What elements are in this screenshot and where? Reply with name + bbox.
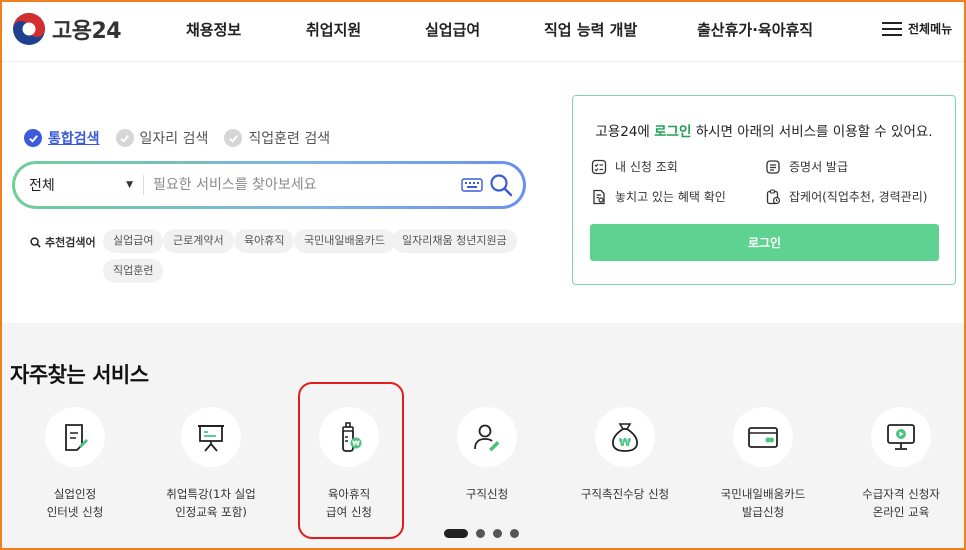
baby-bottle-icon: ₩ xyxy=(342,422,362,452)
search-bar: 전체 ▼ xyxy=(12,161,526,209)
person-pen-icon xyxy=(474,424,500,452)
carousel-dot[interactable] xyxy=(476,529,485,538)
tab-label: 통합검색 xyxy=(48,131,100,147)
keyword-chip[interactable]: 육아휴직 xyxy=(234,229,295,253)
keyword-chip[interactable]: 실업급여 xyxy=(103,229,164,253)
presentation-board-icon xyxy=(198,425,224,452)
service-online-education[interactable]: 수급자격 신청자 온라인 교육 xyxy=(826,407,966,521)
service-unemployment-recognition[interactable]: 실업인정 인터넷 신청 xyxy=(0,407,150,521)
carousel-dot[interactable] xyxy=(510,529,519,538)
my-application-link[interactable]: 내 신청 조회 xyxy=(591,158,678,175)
carousel-pagination xyxy=(444,529,519,538)
search-type-tabs: 통합검색 일자리 검색 직업훈련 검색 xyxy=(24,128,330,148)
search-category-select[interactable]: 전체 ▼ xyxy=(29,164,133,206)
monitor-play-icon xyxy=(887,424,915,450)
frequent-services-section: 자주찾는 서비스 실업인정인터넷 신청 취업특강(1차 실업인정교육 포함) xyxy=(0,323,966,550)
check-circle-icon xyxy=(115,129,134,147)
checklist-icon xyxy=(591,159,607,174)
search-icon xyxy=(30,236,41,248)
nav-job-info[interactable]: 채용정보 xyxy=(186,19,241,40)
search-icon[interactable] xyxy=(489,173,513,197)
service-learning-card[interactable]: 국민내일배움카드 발급신청 xyxy=(688,407,838,521)
document-search-icon xyxy=(593,189,605,204)
check-circle-icon xyxy=(224,129,243,147)
service-employment-lecture[interactable]: 취업특강(1차 실업 인정교육 포함) xyxy=(136,407,286,521)
search-category-value: 전체 xyxy=(29,178,55,194)
all-menu-button[interactable]: 전체메뉴 xyxy=(882,20,952,37)
logo[interactable]: 고용24 xyxy=(12,12,122,46)
nav-unemployment-benefit[interactable]: 실업급여 xyxy=(425,19,480,40)
tab-label: 일자리 검색 xyxy=(139,131,209,147)
section-title: 자주찾는 서비스 xyxy=(10,363,149,387)
caret-down-icon: ▼ xyxy=(126,180,133,190)
tab-training-search[interactable]: 직업훈련 검색 xyxy=(224,128,330,148)
taegeuk-logo-icon xyxy=(13,13,45,45)
all-menu-label: 전체메뉴 xyxy=(908,22,953,36)
svg-text:₩: ₩ xyxy=(352,440,360,448)
carousel-dot-active[interactable] xyxy=(444,529,468,538)
document-pen-icon xyxy=(65,424,88,451)
service-job-seeking-allowance[interactable]: ₩ 구직촉진수당 신청 xyxy=(550,407,700,503)
keyword-chip[interactable]: 일자리채움 청년지원금 xyxy=(392,229,517,253)
keyword-chip[interactable]: 국민내일배움카드 xyxy=(294,229,395,253)
keyword-chip[interactable]: 직업훈련 xyxy=(103,259,164,283)
nav-maternity-parental-leave[interactable]: 출산휴가·육아휴직 xyxy=(697,19,813,40)
recommended-keywords-label: 추천검색어 xyxy=(30,234,96,250)
money-bag-icon: ₩ xyxy=(612,423,638,452)
missed-benefits-link[interactable]: 놓치고 있는 혜택 확인 xyxy=(591,188,726,205)
nav-vocational-training[interactable]: 직업 능력 개발 xyxy=(544,19,637,40)
login-highlight: 로그인 xyxy=(654,124,692,140)
search-input[interactable] xyxy=(153,170,453,200)
login-message: 고용24에 로그인 하시면 아래의 서비스를 이용할 수 있어요. xyxy=(595,124,933,140)
certificate-issue-link[interactable]: 증명서 발급 xyxy=(765,158,848,175)
login-panel: 고용24에 로그인 하시면 아래의 서비스를 이용할 수 있어요. 내 신청 조… xyxy=(572,95,956,285)
tab-label: 직업훈련 검색 xyxy=(248,131,331,147)
carousel-dot[interactable] xyxy=(493,529,502,538)
svg-text:₩: ₩ xyxy=(619,436,631,449)
logo-text: 고용24 xyxy=(52,19,122,44)
keyword-chip[interactable]: 근로계약서 xyxy=(163,229,234,253)
hamburger-icon xyxy=(882,21,902,37)
tab-integrated-search[interactable]: 통합검색 xyxy=(24,128,100,148)
clipboard-clock-icon xyxy=(766,188,781,204)
login-button[interactable]: 로그인 xyxy=(590,224,939,261)
service-job-seeking-application[interactable]: 구직신청 xyxy=(412,407,562,503)
printer-icon xyxy=(766,159,780,174)
virtual-keyboard-icon[interactable] xyxy=(461,178,483,192)
nav-employment-support[interactable]: 취업지원 xyxy=(306,19,361,40)
job-care-link[interactable]: 잡케어(직업추천, 경력관리) xyxy=(765,188,927,205)
search-divider xyxy=(143,175,144,195)
tab-job-search[interactable]: 일자리 검색 xyxy=(115,128,209,148)
check-circle-icon xyxy=(24,129,42,147)
service-parental-leave-benefit[interactable]: ₩ 육아휴직 급여 신청 xyxy=(274,407,424,521)
site-header: 고용24 채용정보 취업지원 실업급여 직업 능력 개발 출산휴가·육아휴직 전… xyxy=(0,0,966,62)
card-icon xyxy=(748,427,778,448)
